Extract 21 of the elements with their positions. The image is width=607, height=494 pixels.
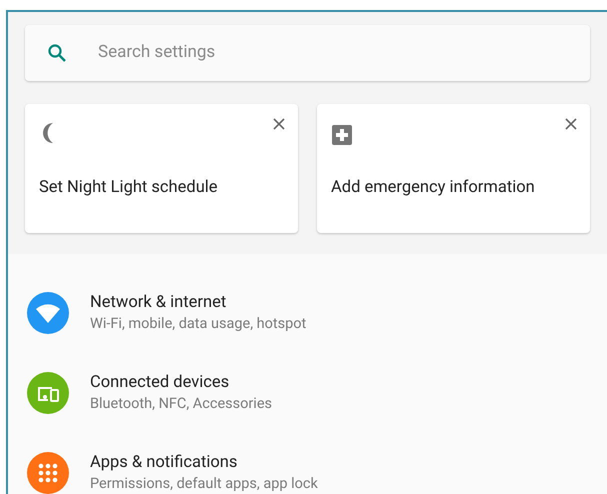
category-summary: Wi-Fi, mobile, data usage, hotspot [90, 314, 306, 334]
category-title: Network & internet [90, 292, 228, 314]
close-icon[interactable] [273, 118, 285, 130]
apps-grid-icon [38, 463, 58, 483]
category-item[interactable]: Apps & notifications Permissions, default apps, app lock [8, 432, 607, 494]
category-title: Connected devices [90, 372, 230, 394]
category-summary: Permissions, default apps, app lock [90, 474, 318, 494]
category-summary: Bluetooth, NFC, Accessories [90, 394, 272, 414]
wifi-icon [35, 302, 61, 324]
search-icon [47, 43, 67, 63]
category-item[interactable]: Network & internet Wi-Fi, mobile, data usage, hotspot [8, 272, 607, 354]
category-title: Apps & notifications [90, 452, 238, 474]
category-item[interactable]: Connected devices Bluetooth, NFC, Accessories [8, 352, 607, 434]
close-icon[interactable] [565, 118, 577, 130]
suggestion-title: Set Night Light schedule [39, 177, 218, 199]
medical-cross-icon [331, 124, 353, 146]
suggestion-card[interactable]: Add emergency information [317, 104, 590, 233]
suggestion-card[interactable]: Set Night Light schedule [25, 104, 298, 233]
suggestion-title: Add emergency information [331, 177, 535, 199]
search-field[interactable]: Search settings [25, 25, 590, 81]
search-input[interactable]: Search settings [98, 40, 590, 66]
